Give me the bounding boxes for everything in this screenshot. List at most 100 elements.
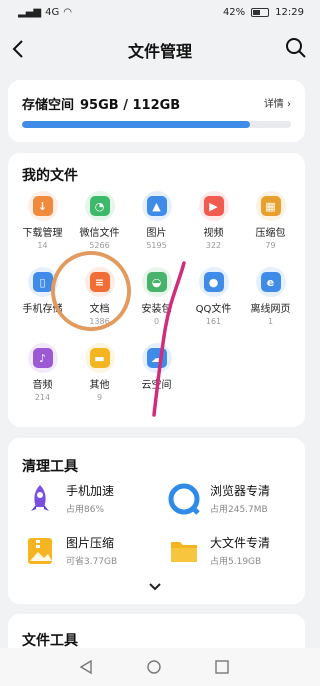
file-category-count: 214	[34, 393, 51, 402]
file-category-name: 图片	[146, 228, 167, 239]
image-icon: ▲	[141, 191, 172, 221]
document-icon: ≡	[84, 267, 115, 297]
file-category-name: 文档	[89, 304, 110, 315]
file-category-count: 1	[267, 317, 274, 326]
storage-progress-bar	[22, 121, 291, 128]
wifi-icon: ◠	[63, 7, 72, 18]
nav-back-icon[interactable]	[78, 659, 94, 675]
clean-tool-speed-up[interactable]: 手机加速占用86%	[24, 482, 114, 515]
file-category-name: 离线网页	[250, 304, 291, 315]
file-category-item[interactable]: ♪ 音频 214	[14, 343, 71, 413]
storage-detail-link[interactable]: 详情 ›	[264, 95, 291, 110]
music-icon: ♪	[27, 343, 58, 373]
file-category-item[interactable]: ◔ 微信文件 5266	[71, 191, 128, 261]
clean-tools-card: 清理工具 手机加速占用86% 浏览器专清 占用245.7MB 图片压缩 可省3.77…	[8, 438, 305, 604]
tool-sub: 占用86%	[66, 505, 105, 515]
music-icon-glyph: ♪	[32, 348, 53, 368]
tool-name: 手机加速	[66, 484, 115, 498]
file-category-count: 5195	[146, 241, 167, 250]
my-files-title: 我的文件	[22, 168, 78, 184]
tool-sub: 占用5.19GB	[210, 557, 262, 567]
image-icon-glyph: ▲	[146, 196, 167, 216]
file-category-item[interactable]: ▯ 手机存储	[14, 267, 71, 337]
cloud-icon-glyph: ☁	[146, 348, 167, 368]
file-category-name: 压缩包	[255, 228, 286, 239]
document-icon-glyph: ≡	[89, 272, 110, 292]
clean-tool-image-compress[interactable]: 图片压缩 可省3.77GB	[24, 534, 117, 567]
clean-tool-big-file[interactable]: 大文件专清占用5.19GB	[168, 534, 270, 567]
search-icon[interactable]	[284, 36, 308, 60]
file-category-item[interactable]: ▶ 视频 322	[185, 191, 242, 261]
file-category-count: 322	[205, 241, 222, 250]
file-category-count: 0	[153, 317, 160, 326]
file-category-count: 1386	[89, 317, 110, 326]
download-icon: ↓	[27, 191, 58, 221]
storage-label-row: 存储空间 95GB / 112GB	[22, 94, 180, 113]
video-icon: ▶	[198, 191, 229, 221]
webpage-icon: e	[255, 267, 286, 297]
storage-used: 95GB / 112GB	[80, 98, 181, 113]
download-icon-glyph: ↓	[32, 196, 53, 216]
wechat-icon: ◔	[84, 191, 115, 221]
nav-home-icon[interactable]	[146, 659, 162, 675]
file-category-item[interactable]: ▲ 图片 5195	[128, 191, 185, 261]
storage-label: 存储空间	[22, 98, 75, 113]
file-category-count: 14	[37, 241, 48, 250]
file-tools-title: 文件工具	[22, 633, 78, 649]
big-file-icon	[171, 541, 197, 562]
file-category-item[interactable]: ▬ 其他 9	[71, 343, 128, 413]
qq-icon: ●	[198, 267, 229, 297]
video-icon-glyph: ▶	[203, 196, 224, 216]
status-right: 42% 12:29	[223, 7, 304, 18]
my-files-card: 我的文件 ↓ 下载管理 14 ◔ 微信文件 5266 ▲ 图片 5195 ▶ 视频 322 ▦ 压缩包 79…	[8, 153, 305, 427]
wechat-icon-glyph: ◔	[89, 196, 110, 216]
status-left: ▂▄▆ 4G ◠	[18, 7, 72, 18]
file-category-item[interactable]: ▦ 压缩包 79	[242, 191, 299, 261]
webpage-icon-glyph: e	[260, 272, 281, 292]
image-compress-icon	[28, 537, 52, 564]
file-category-name: 手机存储	[22, 304, 63, 315]
clean-tools-title: 清理工具	[22, 459, 78, 475]
file-category-item[interactable]: ◒ 安装包 0	[128, 267, 185, 337]
folder-icon-glyph: ▬	[89, 348, 110, 368]
file-category-count: 5266	[89, 241, 110, 250]
archive-icon-glyph: ▦	[260, 196, 281, 216]
browser-icon	[168, 483, 200, 515]
network-type: 4G	[45, 7, 60, 18]
status-bar: ▂▄▆ 4G ◠ 42% 12:29	[0, 0, 320, 28]
chevron-down-icon[interactable]	[148, 582, 162, 592]
app-header: 文件管理	[0, 28, 320, 70]
storage-card[interactable]: 存储空间 95GB / 112GB 详情 ›	[8, 80, 305, 142]
file-category-name: 音频	[32, 380, 53, 391]
nav-recents-icon[interactable]	[214, 659, 230, 675]
rocket-icon	[31, 484, 49, 511]
page-title: 文件管理	[127, 42, 192, 61]
file-category-name: 安装包	[141, 304, 172, 315]
file-category-item[interactable]: e 离线网页 1	[242, 267, 299, 337]
archive-icon: ▦	[255, 191, 286, 221]
file-category-item[interactable]: ☁ 云空间	[128, 343, 185, 413]
clean-tool-browser[interactable]: 浏览器专清 占用245.7MB	[168, 482, 270, 515]
file-category-item[interactable]: ● QQ文件 161	[185, 267, 242, 337]
cloud-icon: ☁	[141, 343, 172, 373]
qq-icon-glyph: ●	[203, 272, 224, 292]
file-category-name: QQ文件	[195, 304, 232, 315]
file-category-name: 其他	[89, 380, 110, 391]
tool-name: 大文件专清	[210, 536, 271, 550]
file-category-count: 79	[265, 241, 276, 250]
file-category-name: 下载管理	[22, 228, 63, 239]
file-category-name: 微信文件	[79, 228, 120, 239]
system-nav-bar	[0, 648, 320, 686]
android-icon-glyph: ◒	[146, 272, 167, 292]
folder-icon: ▬	[84, 343, 115, 373]
signal-icon: ▂▄▆	[18, 7, 42, 18]
file-category-item[interactable]: ↓ 下载管理 14	[14, 191, 71, 261]
phone-icon: ▯	[27, 267, 58, 297]
storage-progress-fill	[22, 121, 251, 128]
battery-level: 42%	[222, 7, 246, 18]
file-category-item[interactable]: ≡ 文档 1386	[71, 267, 128, 337]
tool-name: 图片压缩	[66, 536, 115, 550]
file-category-name: 视频	[203, 228, 224, 239]
file-category-grid: ↓ 下载管理 14 ◔ 微信文件 5266 ▲ 图片 5195 ▶ 视频 322 ▦ 压缩包 79 ▯ 手机存储…	[14, 191, 299, 413]
tool-name: 浏览器专清	[210, 484, 271, 498]
